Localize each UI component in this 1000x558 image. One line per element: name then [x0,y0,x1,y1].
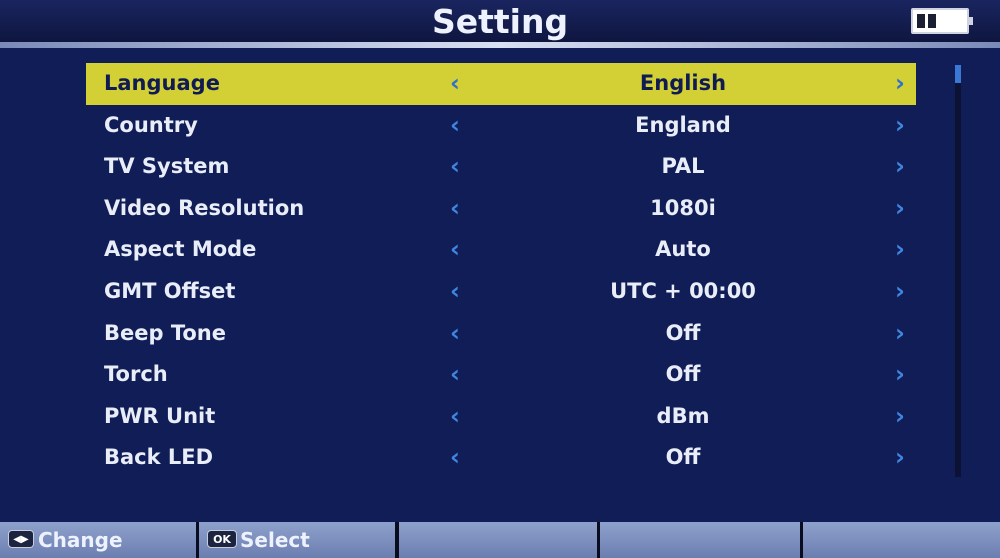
footer-button-empty[interactable] [399,522,597,558]
arrow-right-icon[interactable]: › [895,271,905,311]
setting-label: Torch [104,362,168,387]
arrow-right-icon[interactable]: › [895,313,905,353]
footer-button-empty[interactable] [803,522,1000,558]
settings-menu: Language ‹ English › Country ‹ England ›… [86,63,916,479]
arrow-right-icon[interactable]: › [895,229,905,269]
setting-value: dBm [656,403,710,428]
page-title: Setting [431,2,569,41]
arrow-left-icon[interactable]: ‹ [450,396,460,436]
setting-label: Country [104,112,198,137]
setting-value: Off [665,445,701,470]
setting-label: GMT Offset [104,278,236,303]
arrow-left-icon[interactable]: ‹ [450,313,460,353]
battery-icon [911,8,973,34]
change-label: Change [38,528,123,552]
menu-row-back-led[interactable]: Back LED ‹ Off › [86,437,916,479]
menu-row-torch[interactable]: Torch ‹ Off › [86,354,916,396]
menu-row-video-resolution[interactable]: Video Resolution ‹ 1080i › [86,188,916,230]
arrow-left-icon[interactable]: ‹ [450,188,460,228]
arrow-right-icon[interactable]: › [895,396,905,436]
setting-value: 1080i [650,195,716,220]
setting-label: TV System [104,154,230,179]
left-right-keys-icon: ◀▶ [8,530,34,548]
select-hint-button[interactable]: OK Select [199,522,395,558]
setting-label: Back LED [104,445,214,470]
arrow-right-icon[interactable]: › [895,437,905,477]
arrow-left-icon[interactable]: ‹ [450,271,460,311]
arrow-right-icon[interactable]: › [895,63,905,103]
arrow-right-icon[interactable]: › [895,105,905,145]
setting-value: PAL [661,154,705,179]
setting-label: Language [104,71,220,95]
setting-value: Auto [655,237,711,262]
menu-row-beep-tone[interactable]: Beep Tone ‹ Off › [86,313,916,355]
arrow-left-icon[interactable]: ‹ [450,105,460,145]
setting-value: England [635,112,731,137]
menu-row-tv-system[interactable]: TV System ‹ PAL › [86,146,916,188]
arrow-left-icon[interactable]: ‹ [450,63,460,103]
setting-label: PWR Unit [104,403,216,428]
setting-label: Video Resolution [104,195,305,220]
settings-screen: Setting Language ‹ English › Country ‹ E… [0,0,1000,558]
setting-value: UTC + 00:00 [610,278,756,303]
arrow-right-icon[interactable]: › [895,188,905,228]
menu-row-gmt-offset[interactable]: GMT Offset ‹ UTC + 00:00 › [86,271,916,313]
select-label: Select [240,528,310,552]
menu-row-country[interactable]: Country ‹ England › [86,105,916,147]
setting-label: Beep Tone [104,320,226,345]
setting-value: Off [665,362,701,387]
arrow-left-icon[interactable]: ‹ [450,354,460,394]
arrow-left-icon[interactable]: ‹ [450,229,460,269]
arrow-right-icon[interactable]: › [895,146,905,186]
ok-key-icon: OK [207,530,237,548]
setting-value: Off [665,320,701,345]
footer-button-empty[interactable] [600,522,800,558]
menu-row-pwr-unit[interactable]: PWR Unit ‹ dBm › [86,396,916,438]
menu-row-aspect-mode[interactable]: Aspect Mode ‹ Auto › [86,229,916,271]
arrow-left-icon[interactable]: ‹ [450,437,460,477]
arrow-right-icon[interactable]: › [895,354,905,394]
change-hint-button[interactable]: ◀▶ Change [0,522,196,558]
scrollbar[interactable] [955,65,961,477]
arrow-left-icon[interactable]: ‹ [450,146,460,186]
battery-cell [917,14,925,28]
setting-value: English [639,71,727,95]
scrollbar-thumb[interactable] [955,65,961,83]
footer-bar: ◀▶ Change OK Select [0,522,1000,558]
setting-label: Aspect Mode [104,237,257,262]
battery-cell [928,14,936,28]
settings-panel: Language ‹ English › Country ‹ England ›… [0,48,1000,522]
menu-row-language[interactable]: Language ‹ English › [86,63,916,105]
